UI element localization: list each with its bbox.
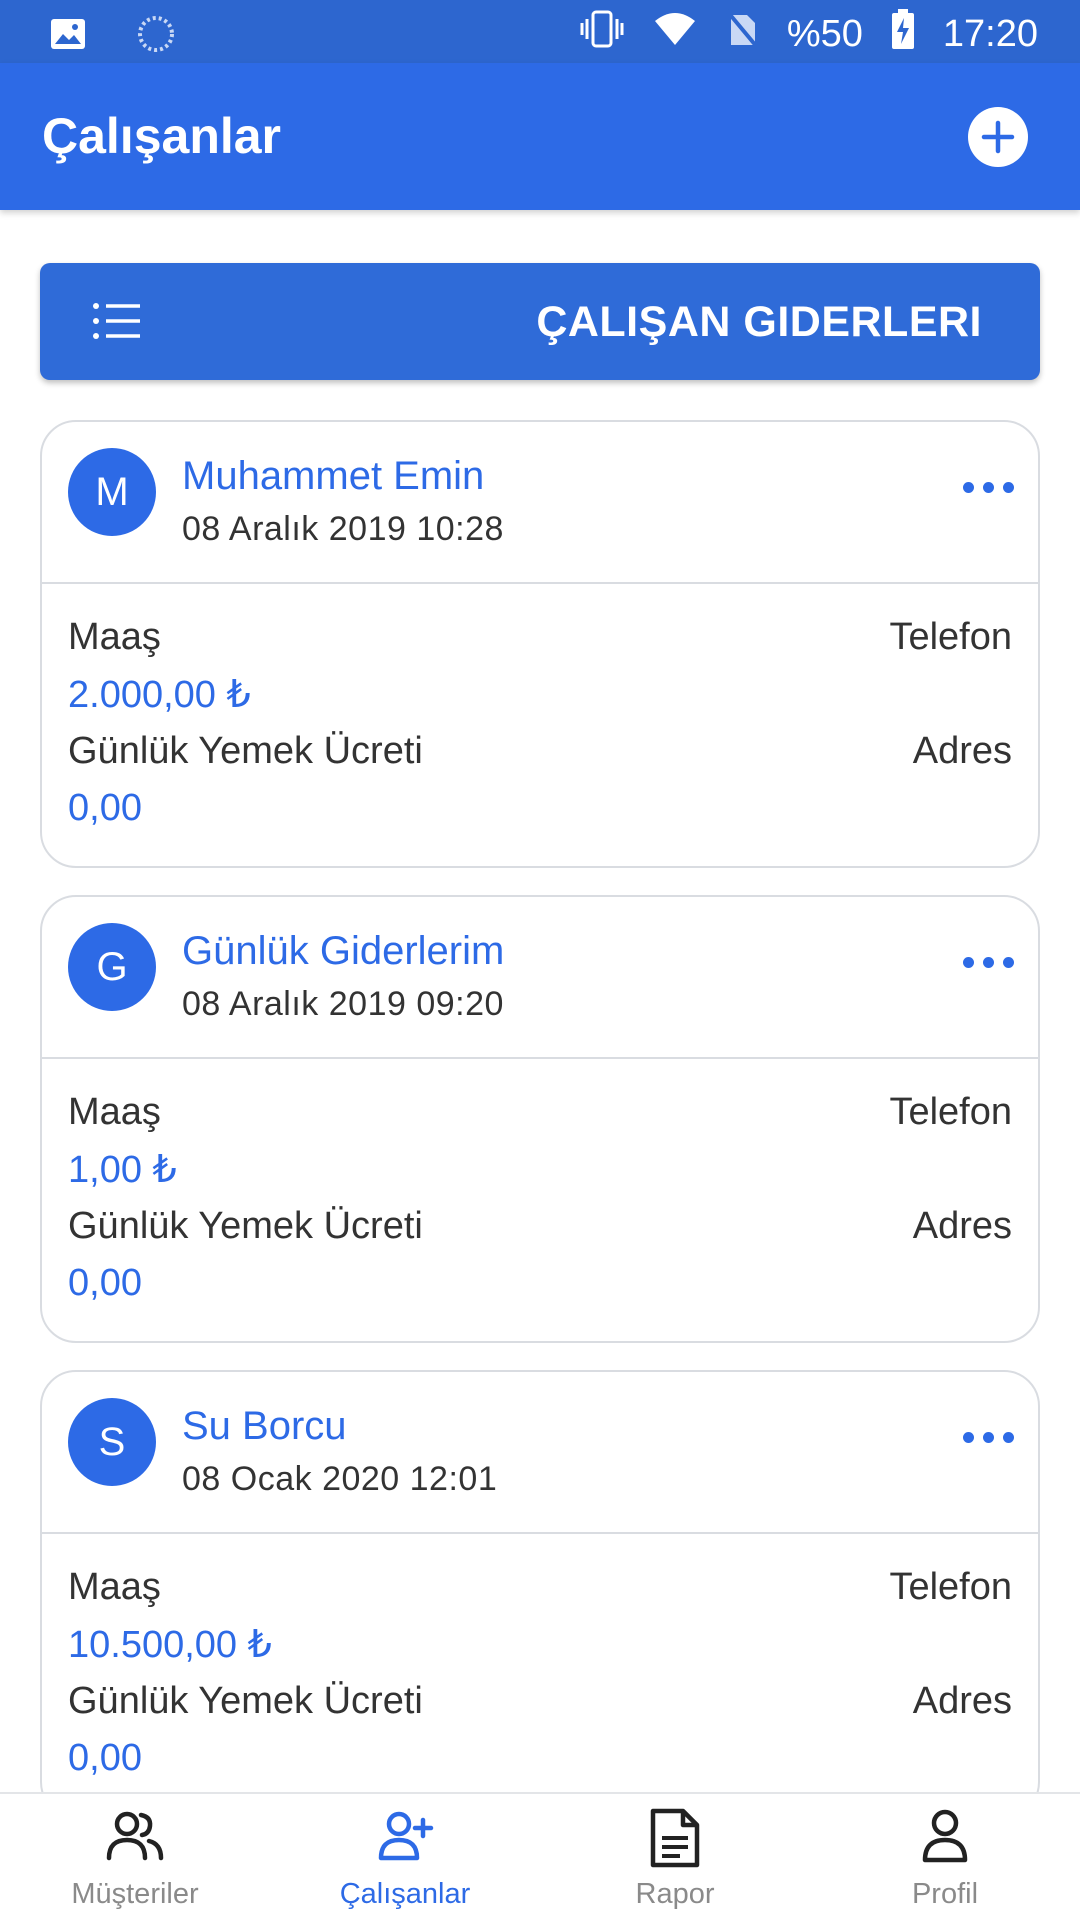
dot (963, 482, 974, 493)
dot (1003, 1432, 1014, 1443)
dot (983, 1432, 994, 1443)
salary-value: 2.000,00 ₺ (68, 674, 251, 716)
card-header: S Su Borcu 08 Ocak 2020 12:01 (42, 1372, 1038, 1534)
nav-item-report[interactable]: Rapor (540, 1794, 810, 1922)
card-body: Maaş 2.000,00 ₺ Günlük Yemek Ücreti 0,00… (42, 584, 1038, 866)
meal-fee-value: 0,00 (68, 787, 142, 829)
image-icon (50, 18, 86, 55)
employee-card[interactable]: S Su Borcu 08 Ocak 2020 12:01 Maaş 10.50… (40, 1370, 1040, 1792)
employee-list[interactable]: M Muhammet Emin 08 Aralık 2019 10:28 Maa… (0, 420, 1080, 1792)
employee-expenses-label: ÇALIŞAN GIDERLERI (536, 298, 982, 346)
users-icon (105, 1808, 165, 1869)
employee-name: Su Borcu (182, 1404, 347, 1448)
meal-fee-value: 0,00 (68, 1737, 142, 1779)
meal-fee-label: Günlük Yemek Ücreti (68, 1205, 423, 1247)
user-icon (920, 1808, 970, 1869)
plus-circle-icon (981, 120, 1015, 154)
address-label: Adres (912, 730, 1012, 772)
clock: 17:20 (942, 12, 1038, 55)
dot (983, 957, 994, 968)
employee-date: 08 Aralık 2019 09:20 (182, 985, 504, 1023)
dot (983, 482, 994, 493)
status-bar: %50 17:20 (0, 0, 1080, 63)
card-body: Maaş 1,00 ₺ Günlük Yemek Ücreti 0,00 Tel… (42, 1059, 1038, 1341)
address-label: Adres (912, 1680, 1012, 1722)
dot (963, 957, 974, 968)
employee-date: 08 Aralık 2019 10:28 (182, 510, 504, 548)
salary-label: Maaş (68, 616, 161, 658)
phone-label: Telefon (889, 1091, 1012, 1133)
avatar: M (68, 448, 156, 536)
meal-fee-label: Günlük Yemek Ücreti (68, 730, 423, 772)
battery-label: %50 (786, 12, 863, 55)
avatar: S (68, 1398, 156, 1486)
more-options-button[interactable] (963, 957, 1014, 968)
list-icon (92, 301, 142, 346)
nav-label: Rapor (635, 1878, 715, 1910)
no-sim-icon (725, 9, 759, 59)
add-employee-button[interactable] (968, 107, 1028, 167)
sync-icon (136, 14, 176, 59)
employee-name: Muhammet Emin (182, 454, 485, 498)
meal-fee-label: Günlük Yemek Ücreti (68, 1680, 423, 1722)
page-title: Çalışanlar (42, 108, 282, 164)
avatar: G (68, 923, 156, 1011)
dot (1003, 957, 1014, 968)
document-icon (647, 1808, 703, 1873)
address-label: Adres (912, 1205, 1012, 1247)
bottom-navigation: Müşteriler Çalışanlar Rapor Profil (0, 1792, 1080, 1920)
dot (963, 1432, 974, 1443)
meal-fee-value: 0,00 (68, 1262, 142, 1304)
phone-label: Telefon (889, 616, 1012, 658)
nav-item-customers[interactable]: Müşteriler (0, 1794, 270, 1922)
battery-charging-icon (891, 8, 915, 60)
card-header: G Günlük Giderlerim 08 Aralık 2019 09:20 (42, 897, 1038, 1059)
nav-item-profile[interactable]: Profil (810, 1794, 1080, 1922)
salary-label: Maaş (68, 1566, 161, 1608)
app-bar: Çalışanlar (0, 63, 1080, 210)
salary-label: Maaş (68, 1091, 161, 1133)
nav-item-employees[interactable]: Çalışanlar (270, 1794, 540, 1922)
more-options-button[interactable] (963, 1432, 1014, 1443)
employee-card[interactable]: G Günlük Giderlerim 08 Aralık 2019 09:20… (40, 895, 1040, 1343)
card-header: M Muhammet Emin 08 Aralık 2019 10:28 (42, 422, 1038, 584)
dot (1003, 482, 1014, 493)
nav-label: Çalışanlar (339, 1878, 471, 1910)
wifi-icon (653, 11, 697, 57)
phone-label: Telefon (889, 1566, 1012, 1608)
card-body: Maaş 10.500,00 ₺ Günlük Yemek Ücreti 0,0… (42, 1534, 1038, 1792)
user-plus-icon (375, 1808, 435, 1869)
employee-expenses-button[interactable]: ÇALIŞAN GIDERLERI (40, 263, 1040, 380)
salary-value: 10.500,00 ₺ (68, 1624, 272, 1666)
more-options-button[interactable] (963, 482, 1014, 493)
employee-name: Günlük Giderlerim (182, 929, 505, 973)
nav-label: Müşteriler (71, 1878, 199, 1910)
nav-label: Profil (911, 1878, 979, 1910)
salary-value: 1,00 ₺ (68, 1149, 177, 1191)
employee-date: 08 Ocak 2020 12:01 (182, 1460, 498, 1498)
employee-card[interactable]: M Muhammet Emin 08 Aralık 2019 10:28 Maa… (40, 420, 1040, 868)
vibrate-icon (579, 9, 625, 59)
